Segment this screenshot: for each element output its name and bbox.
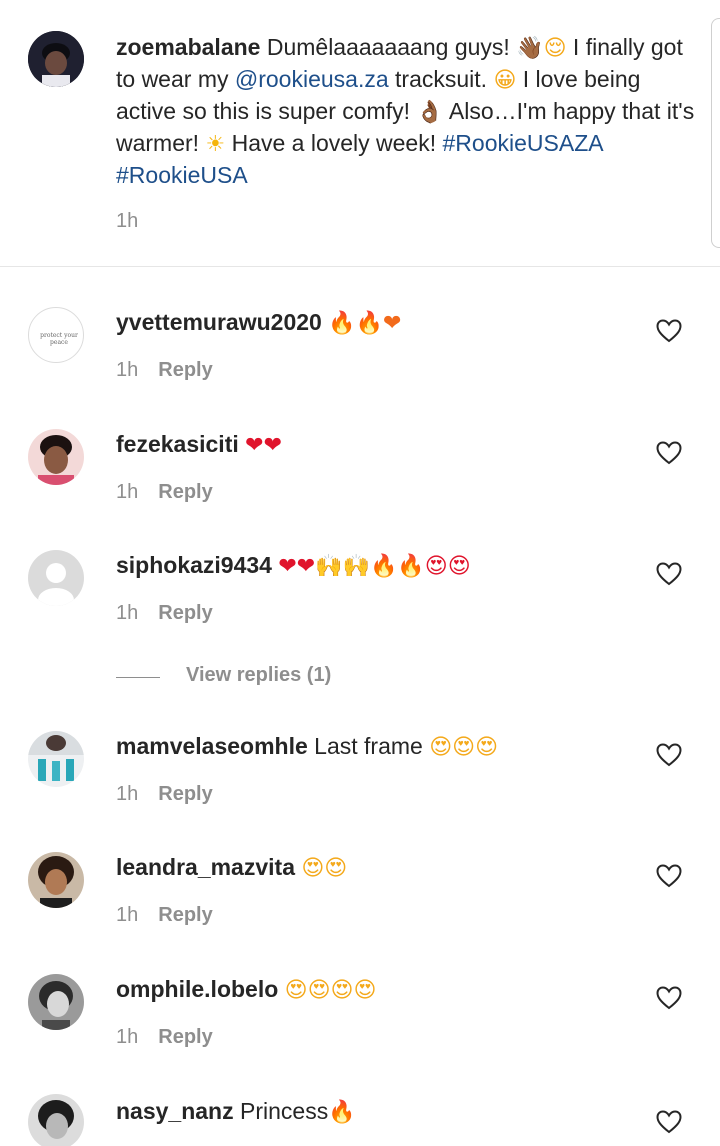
avatar-photo (28, 1094, 84, 1146)
comment-emojis: 😍😍 (301, 856, 348, 881)
comment-timestamp: 1h (116, 904, 139, 926)
comment-timestamp: 1h (116, 1026, 139, 1048)
avatar[interactable] (28, 974, 84, 1030)
comment-item: siphokazi9434 ❤❤🙌🙌🔥🔥😍😍 1h Reply (0, 550, 720, 660)
avatar-photo (28, 852, 84, 908)
relieved-face-emoji: 😌 (543, 36, 567, 61)
comment-meta: 1h Reply (116, 783, 213, 806)
sun-emoji: ☀ (205, 132, 226, 157)
comment-username[interactable]: fezekasiciti (116, 431, 239, 457)
ok-hand-emoji: 👌🏾 (416, 100, 444, 125)
avatar-photo (28, 31, 84, 87)
caption-text-part: Have a lovely week! (225, 130, 443, 156)
comment-timestamp: 1h (116, 602, 139, 624)
view-replies-label[interactable]: View replies (1) (186, 664, 331, 687)
comment-meta: 1h Reply (116, 904, 213, 927)
like-heart-icon[interactable] (656, 562, 682, 586)
scroll-edge (711, 18, 720, 248)
avatar[interactable] (28, 1094, 84, 1146)
comment-emojis: ❤❤ (245, 433, 283, 458)
comment-meta: 1h Reply (116, 602, 213, 625)
avatar[interactable] (28, 429, 84, 485)
mention-link[interactable]: @rookieusa.za (235, 66, 389, 92)
waving-hand-emoji: 👋🏾 (516, 36, 544, 61)
comment-text: fezekasiciti ❤❤ (116, 430, 282, 460)
avatar[interactable] (28, 550, 84, 606)
avatar[interactable] (28, 731, 84, 787)
default-avatar-icon (28, 550, 84, 606)
avatar-caption: protect your peace (40, 332, 78, 346)
caption-username[interactable]: zoemabalane (116, 34, 260, 60)
reply-button[interactable]: Reply (158, 481, 212, 503)
reply-button[interactable]: Reply (158, 602, 212, 624)
comment-item: omphile.lobelo 😍😍😍😍 1h Reply (0, 974, 720, 1084)
comment-emojis: 😍😍😍😍 (284, 978, 377, 1003)
comment-username[interactable]: yvettemurawu2020 (116, 309, 322, 335)
comment-emojis: 🔥 (328, 1100, 356, 1125)
comment-username[interactable]: omphile.lobelo (116, 976, 278, 1002)
comment-item: nasy_nanz Princess🔥 (0, 1094, 720, 1146)
comment-meta: 1h Reply (116, 481, 213, 504)
comment-username[interactable]: nasy_nanz (116, 1098, 234, 1124)
comment-text: siphokazi9434 ❤❤🙌🙌🔥🔥😍😍 (116, 551, 471, 581)
reply-button[interactable]: Reply (158, 359, 212, 381)
like-heart-icon[interactable] (656, 986, 682, 1010)
comment-username[interactable]: mamvelaseomhle (116, 733, 308, 759)
comment-item: protect your peace yvettemurawu2020 🔥🔥❤ … (0, 307, 720, 417)
comment-item: leandra_mazvita 😍😍 1h Reply (0, 852, 720, 962)
comment-meta: 1h Reply (116, 359, 213, 382)
reply-button[interactable]: Reply (158, 783, 212, 805)
comment-timestamp: 1h (116, 359, 139, 381)
comment-timestamp: 1h (116, 783, 139, 805)
comment-emojis: 😍😍😍 (429, 735, 499, 760)
like-heart-icon[interactable] (656, 864, 682, 888)
comment-username[interactable]: leandra_mazvita (116, 854, 295, 880)
comment-emojis: ❤❤🙌🙌🔥🔥😍😍 (278, 554, 471, 579)
comment-text: omphile.lobelo 😍😍😍😍 (116, 975, 376, 1005)
avatar[interactable]: protect your peace (28, 307, 84, 363)
comment-body: Princess (240, 1098, 329, 1124)
comment-username[interactable]: siphokazi9434 (116, 552, 272, 578)
reply-button[interactable]: Reply (158, 904, 212, 926)
caption-timestamp: 1h (116, 210, 139, 232)
divider-line (116, 677, 160, 678)
like-heart-icon[interactable] (656, 743, 682, 767)
post-caption: zoemabalane Dumêlaaaaaaang guys! 👋🏾😌 I f… (0, 0, 720, 267)
comment-text: mamvelaseomhle Last frame 😍😍😍 (116, 732, 498, 762)
avatar-photo (28, 429, 84, 485)
like-heart-icon[interactable] (656, 319, 682, 343)
caption-text-part: Dumêlaaaaaaang guys! (266, 34, 517, 60)
comment-text: leandra_mazvita 😍😍 (116, 853, 347, 883)
comment-text: yvettemurawu2020 🔥🔥❤ (116, 308, 401, 338)
comment-emojis: 🔥🔥❤ (328, 311, 402, 336)
comment-body: Last frame (314, 733, 423, 759)
like-heart-icon[interactable] (656, 1110, 682, 1134)
avatar-photo (28, 974, 84, 1030)
comment-timestamp: 1h (116, 481, 139, 503)
comment-text: nasy_nanz Princess🔥 (116, 1097, 356, 1127)
caption-text-part: tracksuit. (388, 66, 494, 92)
avatar-photo (28, 731, 84, 787)
like-heart-icon[interactable] (656, 441, 682, 465)
comment-meta: 1h Reply (116, 1026, 213, 1049)
comment-item: mamvelaseomhle Last frame 😍😍😍 1h Reply (0, 731, 720, 841)
view-replies-button[interactable]: View replies (1) (116, 664, 416, 690)
reply-button[interactable]: Reply (158, 1026, 212, 1048)
avatar[interactable] (28, 31, 84, 87)
caption-text: zoemabalane Dumêlaaaaaaang guys! 👋🏾😌 I f… (116, 32, 696, 191)
avatar[interactable] (28, 852, 84, 908)
grinning-face-emoji: 😀 (493, 68, 517, 93)
comment-item: fezekasiciti ❤❤ 1h Reply (0, 429, 720, 539)
